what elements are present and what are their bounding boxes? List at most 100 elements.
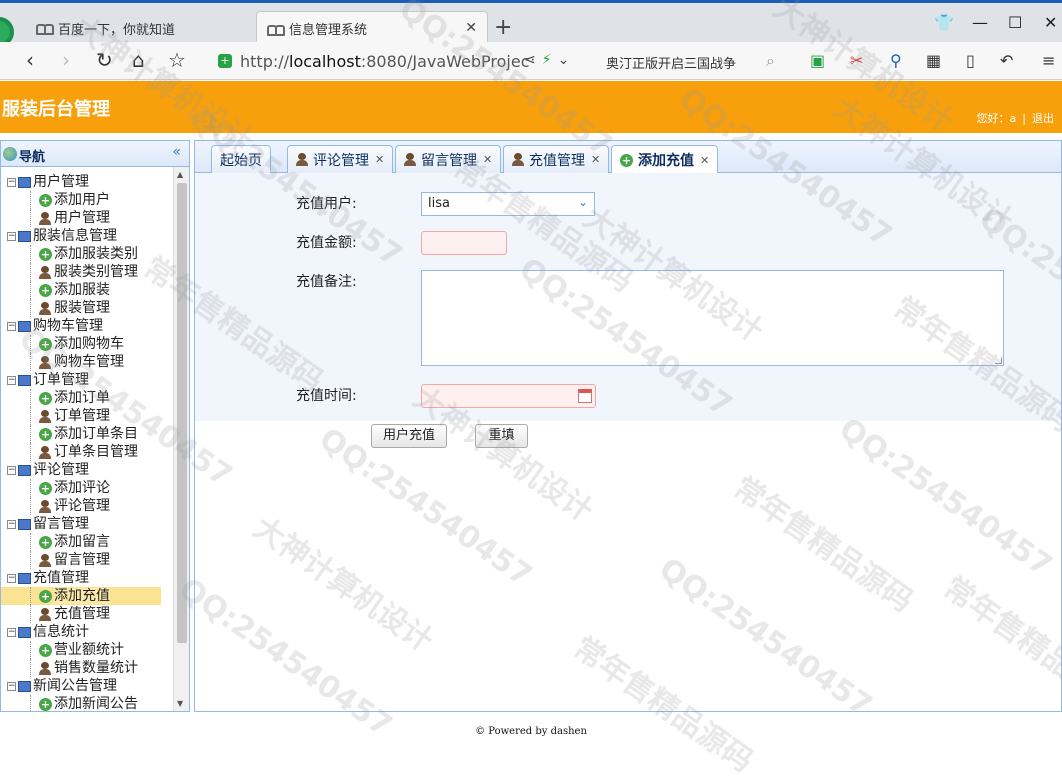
tree-line [30,299,31,317]
amount-input[interactable] [421,231,507,255]
new-tab-button[interactable]: + [494,15,512,40]
nav-group[interactable]: − 订单管理 [1,371,173,389]
nav-group[interactable]: − 用户管理 [1,173,173,191]
tree-line [30,605,31,623]
nav-item[interactable]: 订单管理 [1,407,173,425]
tree-line [30,209,31,227]
home-icon[interactable]: ⌂ [132,48,145,72]
content-tab[interactable]: 充值管理 ✕ [503,145,610,173]
logout-link[interactable]: 退出 [1032,112,1054,125]
nav-scrollbar[interactable]: ▲ ▼ [173,167,189,711]
nav-group[interactable]: − 留言管理 [1,515,173,533]
collapse-icon[interactable]: « [172,144,181,160]
scissors-icon[interactable]: ✂ [850,51,863,70]
collapse-toggle-icon[interactable]: − [7,177,16,187]
nav-group[interactable]: − 评论管理 [1,461,173,479]
nav-item[interactable]: 留言管理 [1,551,173,569]
scroll-thumb[interactable] [177,183,187,643]
skin-icon[interactable]: 👕 [934,13,954,32]
nav-item-label: 订单管理 [54,408,110,424]
url-rest: :8080/JavaWebProject/ [360,51,530,71]
submit-recharge-button[interactable]: 用户充值 [371,424,447,448]
close-tab-icon[interactable]: ✕ [483,153,492,166]
news-ticker[interactable]: 奥汀正版开启三国战争 [606,53,736,72]
nav-item[interactable]: + 营业额统计 [1,641,173,659]
nav-item[interactable]: 充值管理 [1,605,173,623]
nav-item[interactable]: 服装管理 [1,299,173,317]
collapse-toggle-icon[interactable]: − [7,519,16,529]
nav-item[interactable]: + 添加评论 [1,479,173,497]
scroll-up-icon[interactable]: ▲ [177,170,183,179]
reset-button[interactable]: 重填 [475,424,528,448]
apps-icon[interactable]: ▦ [926,51,941,70]
nav-item[interactable]: 订单条目管理 [1,443,173,461]
scroll-down-icon[interactable]: ▼ [177,699,183,708]
content-tab[interactable]: + 添加充值 ✕ [611,145,719,174]
content-tab[interactable]: 留言管理 ✕ [395,145,502,173]
nav-group[interactable]: − 服装信息管理 [1,227,173,245]
content-tab[interactable]: 评论管理 ✕ [287,145,394,173]
nav-item[interactable]: 购物车管理 [1,353,173,371]
collapse-toggle-icon[interactable]: − [7,465,16,475]
close-tab-icon[interactable]: ✕ [465,20,477,36]
tree-line [30,641,31,659]
close-tab-icon[interactable]: ✕ [700,154,709,167]
minimize-button[interactable]: — [972,13,988,32]
nav-item[interactable]: 销售数量统计 [1,659,173,677]
nav-item[interactable]: + 添加订单条目 [1,425,173,443]
nav-item[interactable]: + 添加购物车 [1,335,173,353]
browser-tab-title: 信息管理系统 [289,23,368,38]
nav-item[interactable]: 服装类别管理 [1,263,173,281]
remark-textarea[interactable] [421,270,1004,366]
nav-item[interactable]: + 添加充值 [1,587,161,605]
tree-line [30,353,31,371]
collapse-toggle-icon[interactable]: − [7,321,16,331]
nav-item[interactable]: + 添加用户 [1,191,173,209]
nav-item-label: 订单条目管理 [54,444,138,460]
close-tab-icon[interactable]: ✕ [375,153,384,166]
tree-line [30,587,31,605]
nav-group[interactable]: − 信息统计 [1,623,173,641]
star-icon[interactable]: ☆ [168,48,186,72]
collapse-toggle-icon[interactable]: − [7,627,16,637]
add-icon: + [39,247,52,261]
nav-item[interactable]: + 添加服装类别 [1,245,173,263]
recharge-user-select[interactable]: lisa ⌄ [421,192,595,216]
browser-tab-baidu[interactable]: 百度一下，你就知道 [26,11,252,45]
calendar-icon[interactable] [578,389,592,403]
collapse-toggle-icon[interactable]: − [7,573,16,583]
magnifier-icon[interactable]: ⚲ [890,51,902,70]
nav-group[interactable]: − 新闻公告管理 [1,677,173,695]
translate-icon[interactable]: ▣ [810,51,825,70]
undo-icon[interactable]: ↶ [1000,51,1013,70]
collapse-toggle-icon[interactable]: − [7,231,16,241]
search-icon[interactable]: ⌕ [766,51,775,71]
close-tab-icon[interactable]: ✕ [591,153,600,166]
nav-item[interactable]: 用户管理 [1,209,173,227]
user-icon [39,607,51,621]
nav-item[interactable]: + 添加新闻公告 [1,695,173,711]
share-icon[interactable]: ⋖⚡⌄ [524,52,575,68]
nav-group-label: 服装信息管理 [33,228,117,244]
app-title: 服装后台管理 [2,99,110,120]
nav-group[interactable]: − 购物车管理 [1,317,173,335]
back-icon[interactable]: ‹ [26,48,34,72]
nav-item[interactable]: + 添加服装 [1,281,173,299]
nav-item[interactable]: + 添加留言 [1,533,173,551]
nav-item[interactable]: 评论管理 [1,497,173,515]
collapse-toggle-icon[interactable]: − [7,681,16,691]
nav-item[interactable]: + 添加订单 [1,389,173,407]
time-input[interactable] [421,384,596,408]
content-tab[interactable]: 起始页 [211,145,271,173]
add-icon: + [39,535,52,549]
close-window-button[interactable]: ✕ [1044,13,1057,32]
reload-icon[interactable]: ↻ [96,48,113,72]
collapse-toggle-icon[interactable]: − [7,375,16,385]
menu-icon[interactable]: ≡ [1042,51,1055,70]
maximize-button[interactable]: ☐ [1008,13,1022,32]
nav-group[interactable]: − 充值管理 [1,569,173,587]
chevron-down-icon[interactable]: ⌄ [575,195,591,213]
browser-tab-info-system[interactable]: 信息管理系统 ✕ [256,11,488,45]
forward-icon[interactable]: › [62,48,70,72]
tablet-icon[interactable]: ▯ [966,51,975,70]
